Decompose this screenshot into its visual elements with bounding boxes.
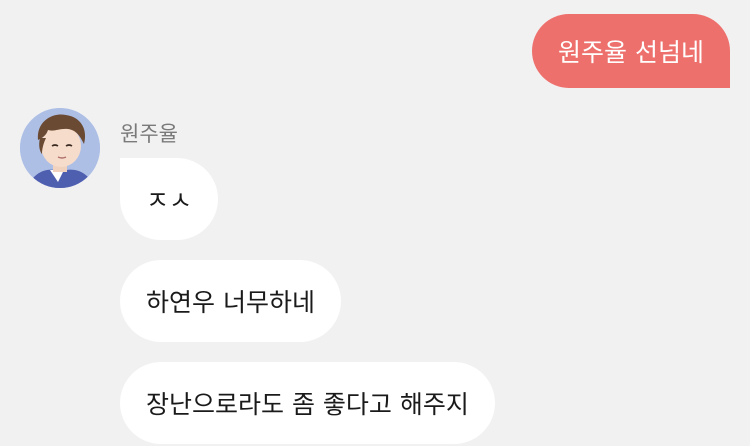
outgoing-message-text: 원주율 선넘네 bbox=[558, 38, 704, 67]
sender-name: 원주율 bbox=[120, 122, 178, 146]
outgoing-message-bubble[interactable]: 원주율 선넘네 bbox=[532, 14, 730, 88]
incoming-message-text: 하연우 너무하네 bbox=[146, 288, 315, 317]
incoming-message-bubble[interactable]: 하연우 너무하네 bbox=[120, 260, 341, 342]
incoming-message-text: ㅈㅅ bbox=[146, 186, 193, 215]
sender-avatar[interactable] bbox=[20, 108, 100, 188]
incoming-message-bubble[interactable]: ㅈㅅ bbox=[120, 158, 219, 240]
incoming-message-bubble[interactable]: 장난으로라도 좀 좋다고 해주지 bbox=[120, 362, 495, 444]
chat-screen: 원주율 선넘네 원주율 ㅈㅅ 하연우 너무하네 장난으로라도 좀 좋다고 해주지 bbox=[0, 0, 750, 446]
incoming-message-text: 장난으로라도 좀 좋다고 해주지 bbox=[146, 390, 469, 419]
avatar-illustration-icon bbox=[20, 108, 100, 188]
